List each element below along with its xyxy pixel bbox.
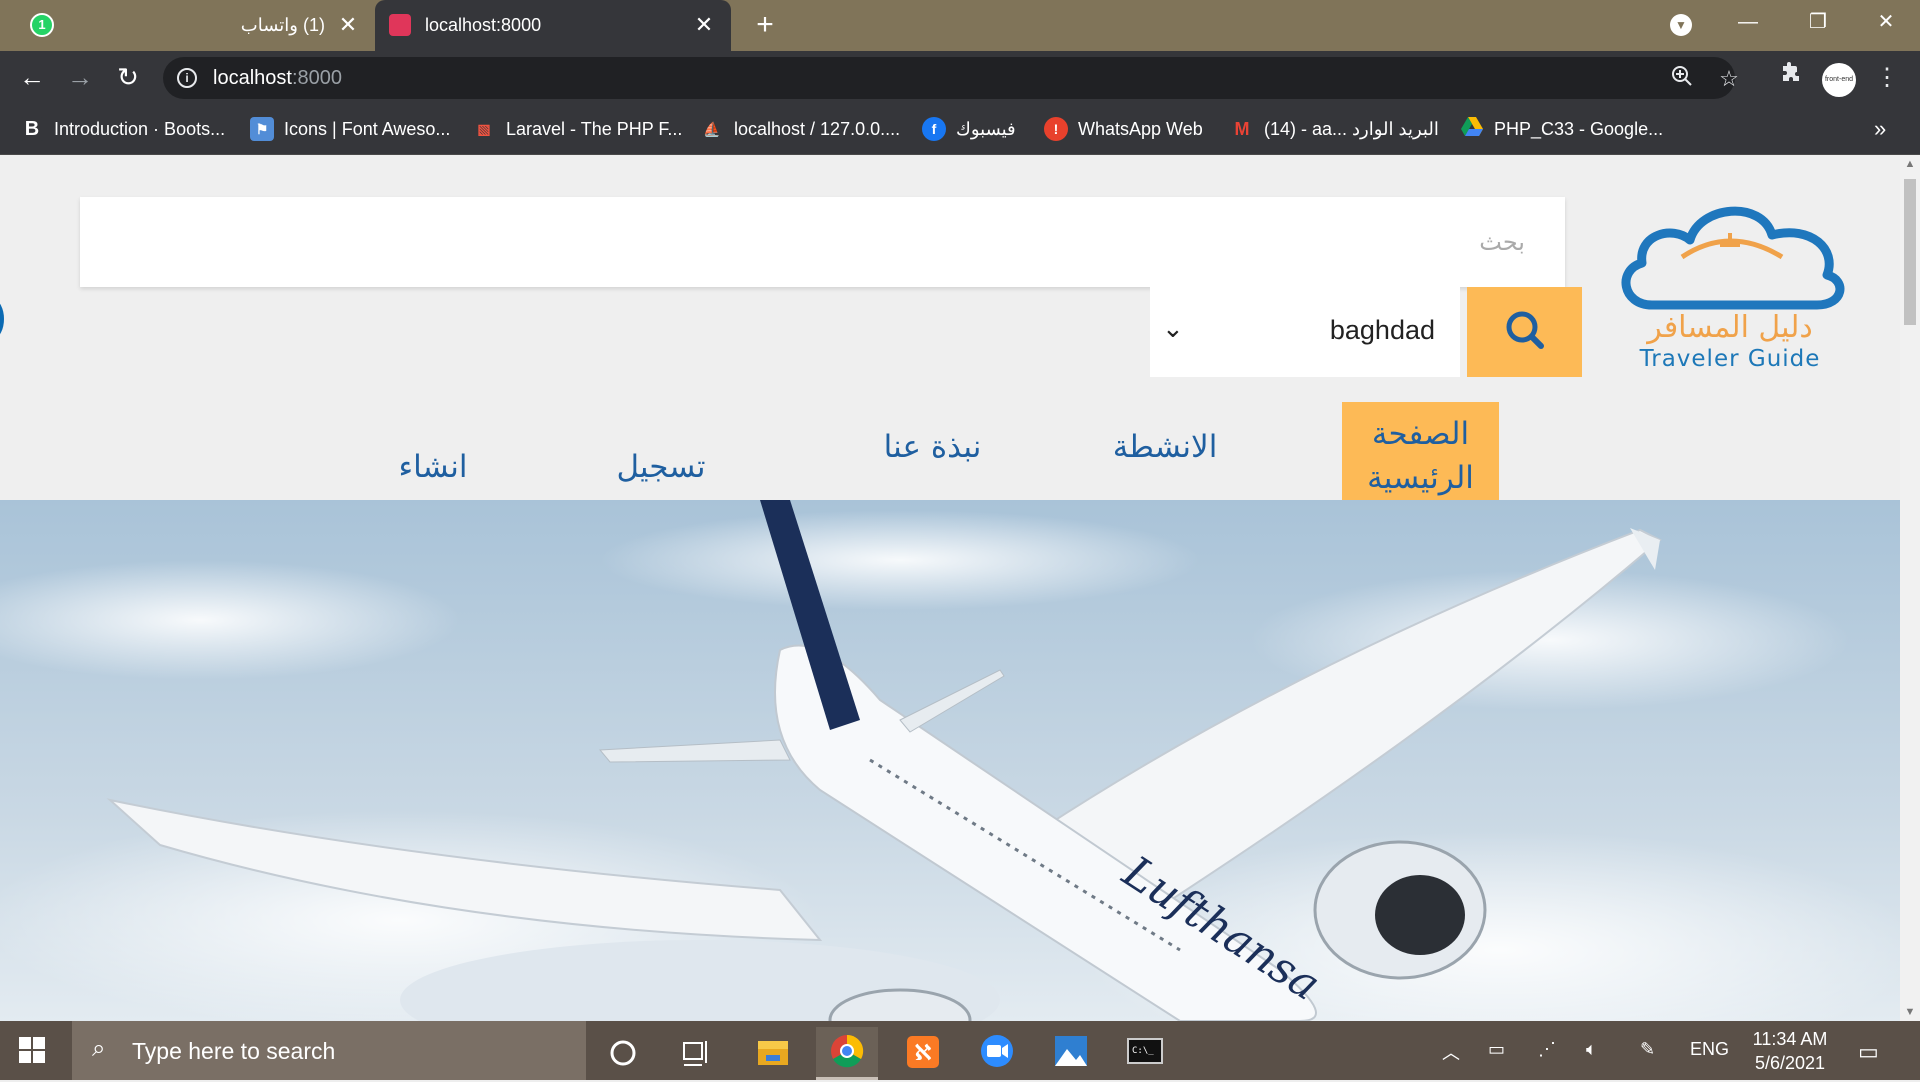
taskbar-search[interactable]: ⌕ Type here to search — [72, 1021, 586, 1080]
search-icon — [1506, 311, 1544, 349]
nav-register[interactable]: تسجيل — [600, 445, 722, 489]
forward-arrow-icon[interactable]: → — [62, 59, 98, 95]
bootstrap-icon: B — [20, 117, 44, 141]
restore-button[interactable]: ❐ — [1788, 0, 1848, 44]
cloud-logo-icon — [1621, 206, 1845, 310]
chrome-icon[interactable] — [816, 1027, 878, 1080]
bookmark-bootstrap[interactable]: B Introduction · Boots... — [20, 116, 225, 142]
file-explorer-icon[interactable] — [742, 1027, 804, 1080]
bookmark-google-drive[interactable]: PHP_C33 - Google... — [1460, 116, 1663, 142]
whatsapp-icon: ! — [1044, 117, 1068, 141]
volume-icon[interactable]: 🔈︎ — [1586, 1039, 1597, 1060]
pen-icon[interactable]: ✎ — [1640, 1039, 1655, 1060]
photos-icon[interactable] — [1040, 1027, 1102, 1080]
wifi-icon[interactable]: ⋰ — [1538, 1039, 1556, 1060]
new-tab-button[interactable]: + — [748, 8, 782, 42]
logo-english-text: Traveler Guide — [1639, 346, 1821, 372]
clock-date: 5/6/2021 — [1754, 1053, 1826, 1073]
chevron-down-icon: ⌄ — [1162, 313, 1184, 343]
facebook-icon: f — [922, 117, 946, 141]
windows-taskbar: ⌕ Type here to search ℵ C:\_ ︿ ▭ ⋰ 🔈︎ ✎ … — [0, 1021, 1920, 1080]
clock-time: 11:34 AM — [1752, 1029, 1828, 1049]
search-button[interactable] — [1467, 287, 1582, 377]
extensions-icon[interactable] — [1774, 61, 1808, 95]
xampp-icon[interactable]: ℵ — [892, 1027, 954, 1080]
scroll-down-icon[interactable]: ▼ — [1900, 1003, 1920, 1021]
city-select-value: baghdad — [1329, 315, 1435, 345]
address-url[interactable]: localhost:8000 — [213, 67, 342, 90]
site-logo[interactable]: دليل المسافر Traveler Guide — [1612, 195, 1848, 372]
terminal-icon[interactable]: C:\_ — [1114, 1027, 1176, 1080]
whatsapp-icon: 1 — [30, 13, 54, 37]
bookmark-font-awesome[interactable]: ⚑ Icons | Font Aweso... — [250, 116, 450, 142]
scroll-up-icon[interactable]: ▲ — [1900, 155, 1920, 173]
site-favicon-icon — [389, 14, 411, 36]
nav-about[interactable]: نبذة عنا — [880, 425, 985, 469]
search-icon: ⌕ — [92, 1035, 106, 1062]
nav-home[interactable]: الصفحة الرئيسية — [1342, 402, 1499, 512]
browser-toolbar: ← → ↻ i localhost:8000 ☆ front-end ⋮ — [0, 51, 1920, 104]
logo-arabic-text: دليل المسافر — [1647, 310, 1813, 345]
side-widget[interactable] — [0, 300, 4, 338]
zoom-icon[interactable] — [1668, 65, 1696, 93]
gmail-icon: M — [1234, 119, 1250, 139]
tab-whatsapp[interactable]: 1 (1) واتساب ✕ — [0, 0, 375, 51]
tab-localhost[interactable]: localhost:8000 ✕ — [375, 0, 731, 51]
city-select[interactable]: baghdad ⌄ — [1150, 287, 1460, 377]
tray-overflow-icon[interactable]: ︿ — [1442, 1039, 1460, 1065]
hero-image: Lufthansa — [0, 500, 1900, 1021]
google-drive-icon — [1460, 117, 1484, 141]
bookmarks-bar: B Introduction · Boots... ⚑ Icons | Font… — [0, 104, 1920, 155]
svg-text:C:\_: C:\_ — [1132, 1046, 1154, 1056]
phpmyadmin-icon: ⛵ — [703, 121, 721, 137]
language-indicator[interactable]: ENG — [1690, 1039, 1729, 1060]
tab-title: localhost:8000 — [425, 15, 542, 35]
taskbar-clock[interactable]: 11:34 AM 5/6/2021 — [1740, 1027, 1840, 1075]
bookmark-star-icon[interactable]: ☆ — [1715, 65, 1743, 93]
close-icon[interactable]: ✕ — [691, 12, 717, 38]
scrollbar-thumb[interactable] — [1904, 179, 1916, 325]
laravel-icon: ▧ — [477, 121, 491, 137]
nav-activities[interactable]: الانشطة — [1100, 425, 1230, 469]
bookmark-gmail[interactable]: M (14) - aa... البريد الوارد — [1230, 116, 1439, 142]
address-bar[interactable]: i localhost:8000 ☆ — [163, 57, 1739, 99]
bookmark-laravel[interactable]: ▧ Laravel - The PHP F... — [472, 116, 682, 142]
bookmark-facebook[interactable]: f فيسبوك — [922, 116, 1016, 142]
search-input[interactable] — [80, 197, 1565, 287]
bookmark-phpmyadmin[interactable]: ⛵ localhost / 127.0.0.... — [700, 116, 900, 142]
tab-search-chevron-icon[interactable]: ▼ — [1670, 14, 1692, 36]
tab-strip: 1 (1) واتساب ✕ localhost:8000 ✕ + ▼ — ❐ … — [0, 0, 1920, 51]
back-arrow-icon[interactable]: ← — [14, 59, 50, 95]
notifications-icon[interactable]: ▭ — [1858, 1039, 1879, 1065]
windows-start-icon[interactable] — [15, 1035, 59, 1067]
menu-icon[interactable]: ⋮ — [1870, 61, 1904, 95]
cortana-icon[interactable] — [592, 1027, 654, 1080]
bookmark-whatsapp-web[interactable]: ! WhatsApp Web — [1044, 116, 1203, 142]
task-view-icon[interactable] — [666, 1027, 728, 1080]
minimize-button[interactable]: — — [1718, 0, 1778, 44]
zoom-app-icon[interactable] — [966, 1027, 1028, 1080]
close-icon[interactable]: ✕ — [335, 12, 361, 38]
tab-title: (1) واتساب — [240, 15, 325, 35]
reload-icon[interactable]: ↻ — [110, 59, 146, 95]
profile-avatar[interactable]: front-end — [1822, 63, 1856, 97]
bookmarks-overflow-icon[interactable]: » — [1874, 116, 1886, 142]
taskbar-search-placeholder: Type here to search — [132, 1038, 336, 1064]
window-close-button[interactable]: ✕ — [1856, 0, 1916, 44]
battery-icon[interactable]: ▭ — [1488, 1039, 1505, 1060]
info-icon[interactable]: i — [177, 68, 197, 88]
nav-create[interactable]: انشاء — [385, 445, 481, 489]
svg-text:ℵ: ℵ — [914, 1041, 931, 1066]
search-box — [80, 197, 1565, 287]
page-viewport: baghdad ⌄ دليل المسافر Traveler Guide ال… — [0, 155, 1920, 1021]
font-awesome-icon: ⚑ — [250, 117, 274, 141]
